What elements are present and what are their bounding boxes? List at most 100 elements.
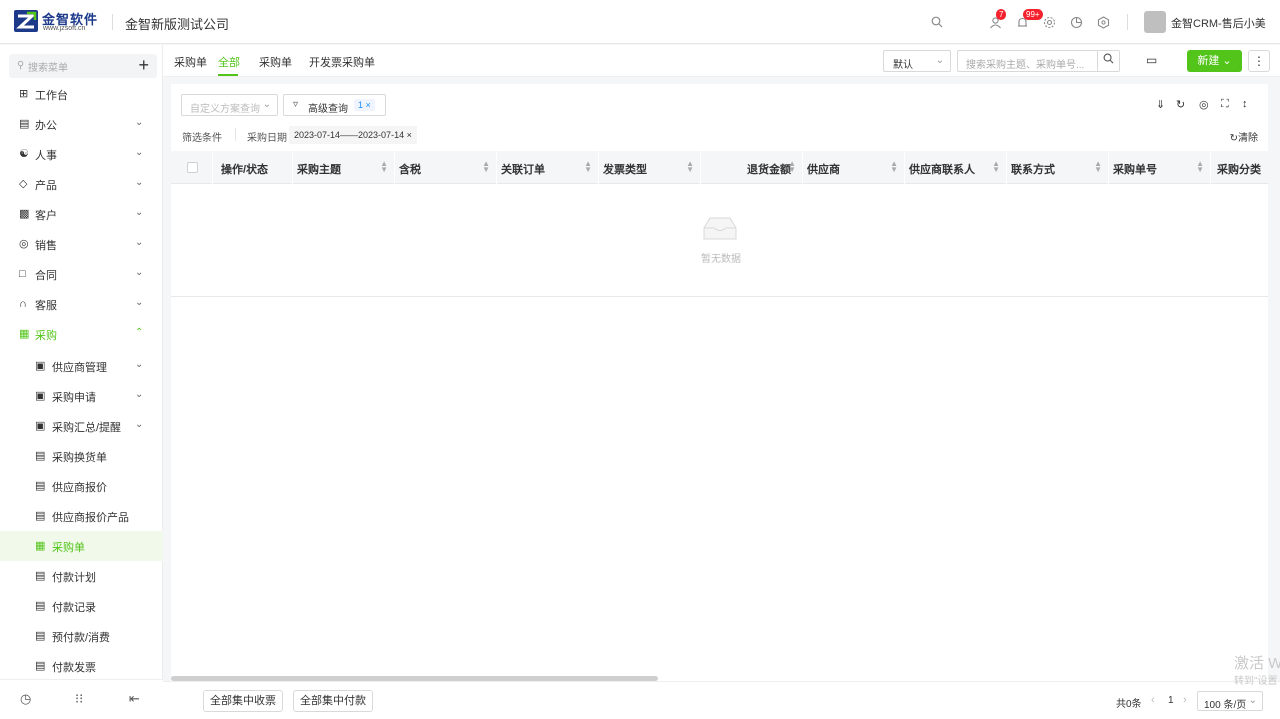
history-icon[interactable]: ◷ bbox=[20, 691, 31, 707]
chevron-down-icon: ⌄ bbox=[135, 207, 144, 218]
sidebar-item-hr[interactable]: ☯ 人事 ⌄ bbox=[0, 139, 163, 169]
chevron-down-icon: ⌄ bbox=[1248, 695, 1257, 706]
sidebar-item-exchange-order[interactable]: ▤ 采购换货单 bbox=[0, 441, 163, 471]
settings-icon[interactable]: ◎ bbox=[1199, 98, 1209, 111]
sidebar-item-prepayment[interactable]: ▤ 预付款/消费 bbox=[0, 621, 163, 651]
sidebar-item-purchase[interactable]: ▦ 采购 ⌃ bbox=[0, 319, 163, 349]
tab-all[interactable]: 全部 bbox=[218, 54, 240, 70]
custom-query-placeholder: 自定义方案查询 bbox=[190, 104, 260, 115]
sidebar-item-workbench[interactable]: ⊞ 工作台 bbox=[0, 79, 163, 109]
page-number[interactable]: 1 bbox=[1168, 695, 1174, 706]
search-input[interactable]: 搜索采购主题、采购单号... bbox=[957, 50, 1120, 72]
column-header[interactable]: 采购单号 ▲ ▼ bbox=[1108, 151, 1210, 184]
header-divider bbox=[1127, 14, 1128, 30]
search-icon[interactable] bbox=[929, 14, 945, 30]
total-count: 共0条 bbox=[1116, 699, 1142, 710]
chevron-down-icon: ⌄ bbox=[135, 297, 144, 308]
page-size-select[interactable]: 100 条/页 ⌄ bbox=[1197, 691, 1263, 711]
search-button[interactable] bbox=[1097, 51, 1119, 71]
collapse-menu-icon[interactable]: ⇤ bbox=[129, 691, 140, 707]
wallet-icon: ▤ bbox=[35, 630, 46, 642]
sidebar-item-payment-invoice[interactable]: ▤ 付款发票 bbox=[0, 651, 163, 681]
column-header[interactable]: 操作/状态 bbox=[212, 151, 292, 184]
sidebar-item-purchase-order[interactable]: ▦ 采购单 bbox=[0, 531, 163, 561]
sidebar-item-service[interactable]: ∩ 客服 ⌄ bbox=[0, 289, 163, 319]
pay-all-button[interactable]: 全部集中付款 bbox=[293, 690, 373, 712]
add-icon[interactable]: + bbox=[138, 55, 149, 75]
chevron-right-icon[interactable]: › bbox=[1183, 694, 1187, 706]
top-header: 金智软件 www.jzsoft.cn 金智新版测试公司 7 99+ 金智CRM-… bbox=[0, 0, 1280, 44]
sidebar-item-label: 工作台 bbox=[35, 90, 68, 102]
column-header[interactable]: 供应商联系人 ▲ ▼ bbox=[904, 151, 1006, 184]
sort-icon[interactable]: ▲ ▼ bbox=[1094, 160, 1102, 174]
select-all-checkbox[interactable] bbox=[187, 162, 198, 173]
menu-search-input[interactable]: ⚲ 搜索菜单 + bbox=[9, 54, 157, 78]
sidebar-item-purchase-summary[interactable]: ▣ 采购汇总/提醒 ⌄ bbox=[0, 411, 163, 441]
clear-filters-button[interactable]: ↻清除 bbox=[1230, 129, 1258, 144]
sidebar-item-contract[interactable]: □ 合同 ⌄ bbox=[0, 259, 163, 289]
sidebar-item-customer[interactable]: ▩ 客户 ⌄ bbox=[0, 199, 163, 229]
pie-chart-icon[interactable] bbox=[1068, 14, 1084, 30]
column-height-icon[interactable]: ↕ bbox=[1242, 98, 1248, 110]
sidebar-item-supplier-mgmt[interactable]: ▣ 供应商管理 ⌄ bbox=[0, 351, 163, 381]
avatar[interactable] bbox=[1144, 11, 1166, 33]
sidebar-item-office[interactable]: ▤ 办公 ⌄ bbox=[0, 109, 163, 139]
document-icon: □ bbox=[19, 268, 26, 280]
sidebar-item-label: 客户 bbox=[35, 210, 57, 222]
column-header[interactable]: 退货金额 ▲ ▼ bbox=[700, 151, 802, 184]
column-header[interactable]: 含税 ▲ ▼ bbox=[394, 151, 496, 184]
page-toolbar: 采购单 全部 采购单 开发票采购单 默认 ⌄ 搜索采购主题、采购单号... ▭ … bbox=[163, 45, 1280, 77]
logo[interactable]: 金智软件 www.jzsoft.cn bbox=[14, 9, 104, 35]
bell-icon[interactable]: 99+ bbox=[1014, 9, 1043, 30]
sidebar-item-sales[interactable]: ◎ 销售 ⌄ bbox=[0, 229, 163, 259]
column-header[interactable]: 采购主题 ▲ ▼ bbox=[292, 151, 394, 184]
sidebar-item-purchase-request[interactable]: ▣ 采购申请 ⌄ bbox=[0, 381, 163, 411]
sort-icon[interactable]: ▲ ▼ bbox=[584, 160, 592, 174]
sort-icon[interactable]: ▲ ▼ bbox=[1196, 160, 1204, 174]
cube-icon[interactable] bbox=[1095, 14, 1111, 30]
tab-invoiced-purchase-order[interactable]: 开发票采购单 bbox=[309, 54, 375, 70]
sidebar-item-product[interactable]: ◇ 产品 ⌄ bbox=[0, 169, 163, 199]
new-button[interactable]: 新建 ⌄ bbox=[1187, 50, 1242, 72]
view-select[interactable]: 默认 ⌄ bbox=[883, 50, 951, 72]
fullscreen-icon[interactable]: ⛶ bbox=[1221, 98, 1229, 111]
sidebar-item-supplier-quote-product[interactable]: ▤ 供应商报价产品 bbox=[0, 501, 163, 531]
advanced-query-count[interactable]: 1 × bbox=[354, 99, 375, 111]
column-header[interactable]: 供应商 ▲ ▼ bbox=[802, 151, 904, 184]
filter-settings-icon[interactable]: ⁝⁝ bbox=[75, 691, 83, 707]
document-icon: ▤ bbox=[35, 570, 46, 582]
column-header[interactable]: 联系方式 ▲ ▼ bbox=[1006, 151, 1108, 184]
sort-icon[interactable]: ▲ ▼ bbox=[380, 160, 388, 174]
settings-icon[interactable] bbox=[1041, 14, 1057, 30]
cube-icon: ▣ bbox=[35, 390, 46, 402]
custom-query-select[interactable]: 自定义方案查询 ⌄ bbox=[181, 94, 278, 116]
new-button-label: 新建 bbox=[1197, 55, 1220, 67]
expand-all-icon[interactable]: ⇓ bbox=[1156, 98, 1165, 111]
page-size-value: 100 条/页 bbox=[1204, 700, 1247, 711]
refresh-icon[interactable]: ↻ bbox=[1176, 98, 1185, 111]
column-header[interactable]: 发票类型 ▲ ▼ bbox=[598, 151, 700, 184]
user-name[interactable]: 金智CRM-售后小美 bbox=[1171, 15, 1266, 31]
sidebar-item-label: 人事 bbox=[35, 150, 57, 162]
receive-all-invoices-button[interactable]: 全部集中收票 bbox=[203, 690, 283, 712]
column-header[interactable]: 采购分类 bbox=[1210, 151, 1268, 184]
tab-purchase-order[interactable]: 采购单 bbox=[259, 54, 292, 70]
brand-url: www.jzsoft.cn bbox=[43, 25, 86, 32]
filter-condition-tag[interactable]: 2023-07-14——2023-07-14 × bbox=[289, 126, 417, 144]
filter-icon: ▿ bbox=[293, 99, 299, 110]
column-header[interactable]: 关联订单 ▲ ▼ bbox=[496, 151, 598, 184]
contacts-icon[interactable]: 7 bbox=[987, 9, 1007, 30]
sidebar-item-supplier-quote[interactable]: ▤ 供应商报价 bbox=[0, 471, 163, 501]
sort-icon[interactable]: ▲ ▼ bbox=[788, 160, 796, 174]
sort-icon[interactable]: ▲ ▼ bbox=[686, 160, 694, 174]
monitor-icon[interactable]: ▭ bbox=[1146, 53, 1157, 67]
sort-icon[interactable]: ▲ ▼ bbox=[482, 160, 490, 174]
advanced-query-button[interactable]: ▿ 高级查询 1 × bbox=[283, 94, 386, 116]
sidebar-item-payment-plan[interactable]: ▤ 付款计划 bbox=[0, 561, 163, 591]
sort-icon[interactable]: ▲ ▼ bbox=[890, 160, 898, 174]
chevron-left-icon[interactable]: ‹ bbox=[1151, 694, 1155, 706]
sidebar-item-payment-record[interactable]: ▤ 付款记录 bbox=[0, 591, 163, 621]
sort-icon[interactable]: ▲ ▼ bbox=[992, 160, 1000, 174]
more-options-button[interactable]: ⋮ bbox=[1248, 50, 1270, 72]
company-name: 金智新版测试公司 bbox=[125, 17, 230, 32]
